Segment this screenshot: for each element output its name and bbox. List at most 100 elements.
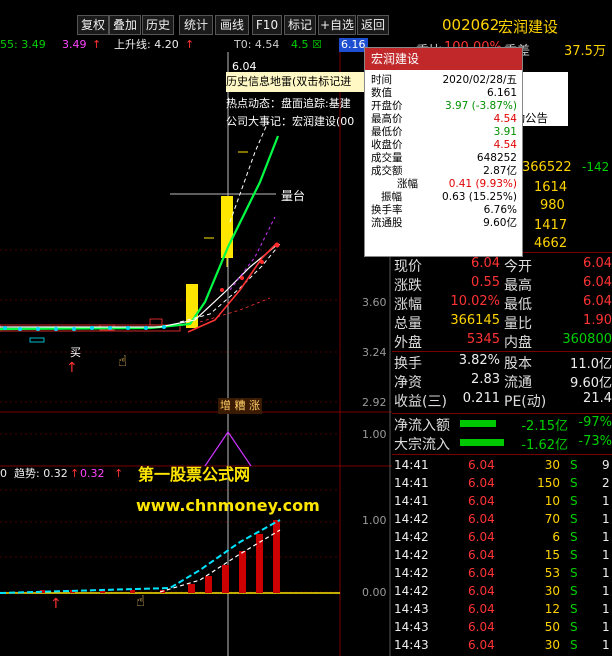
ma55-value: 55: 3.49 [0,38,46,51]
quote-value: 0.211 [462,391,500,406]
flow-bar [460,439,504,446]
money-flow: 净流入额 -2.15亿 -97% 大宗流入 -1.62亿 -73% [392,415,612,455]
flow-bar [460,420,496,427]
quote-row: 外盘 5345 内盘 360800 [392,332,612,351]
quote-value: 3.82% [458,353,500,368]
popup-row: 最低价 3.91 [371,126,517,138]
quote-value: 21.4 [583,391,612,406]
popup-row: 流通股 9.60亿 [371,217,517,229]
stock-name: 宏润建设 [498,18,559,36]
up-arrow-icon: ↑ [114,467,124,480]
price-label: 1.00 [362,428,387,441]
price-label: 3.24 [362,346,387,359]
history-info-headline[interactable]: 历史信息地雷(双击标记进 [226,72,366,92]
panel-divider [392,351,612,352]
panel-divider [392,413,612,414]
quote-label: 今开 [504,259,532,275]
up-arrow-icon: ↑ [92,38,102,51]
quote-value: 360800 [562,332,612,347]
quote-label: 内盘 [504,335,532,351]
draw-button[interactable]: 画线 [215,15,249,35]
buy-arrow-icon: ↑ [50,596,62,612]
quote-label: 换手 [394,356,422,372]
order-delta: -142 [582,160,610,174]
quote-row: 净资 2.83 流通 9.60亿 [392,372,612,391]
quote-value: 1.90 [583,313,612,328]
tick-row: 14:41 6.04 10 S 1 [394,494,610,508]
trend-value: 趋势: 0.32 [14,467,68,480]
stats-button[interactable]: 统计 [179,15,213,35]
bar-info-popup[interactable]: 宏润建设 时间 2020/02/28/五 数值 6.161 开盘价 3.97 (-3.… [364,47,523,257]
quote-value: 5345 [466,332,500,347]
overlay-button[interactable]: 叠加 [109,15,141,35]
popup-row: 涨幅 0.41 (9.93%) [397,178,517,190]
tick-row: 14:42 6.04 53 S 1 [394,566,610,580]
popup-row: 数值 6.161 [371,87,517,99]
fundamentals-grid: 换手 3.82% 股本 11.0亿 净资 2.83 流通 9.60亿 收益(三)… [392,353,612,413]
ma-value-2: 3.49 [62,38,87,51]
flow-label: 净流入额 [394,418,450,434]
indicator-header: 55: 3.49 3.49 ↑ 上升线: 4.20 ↑ T0: 4.54 4.5… [0,37,392,53]
f10-button[interactable]: F10 [252,15,282,35]
quote-value: 6.04 [471,256,500,271]
quote-row: 涨幅 10.02% 最低 6.04 [392,294,612,313]
tick-row: 14:42 6.04 70 S 1 [394,512,610,526]
tick-row: 14:42 6.04 15 S 1 [394,548,610,562]
history-button[interactable]: 历史 [142,15,174,35]
weicha-value: 37.5万 [564,44,606,59]
quote-label: 外盘 [394,335,422,351]
mark-button[interactable]: 标记 [284,15,316,35]
quote-label: 涨跌 [394,278,422,294]
flow-row: 净流入额 -2.15亿 -97% [392,415,612,434]
rise-line-value: 上升线: 4.20 [114,38,179,51]
quote-label: 股本 [504,356,532,372]
quote-label: 量比 [504,316,532,332]
hot-news-line[interactable]: 热点动态：盘面追踪:基建 [226,96,366,112]
price-label: 3.60 [362,296,387,309]
order-value: 4662 [534,236,568,251]
lower-band [199,297,271,323]
t0-value: T0: 4.54 [234,38,280,51]
popup-row: 换手率 6.76% [371,204,517,216]
add-watchlist-button[interactable]: +自选 [318,15,356,35]
tick-row: 14:42 6.04 6 S 1 [394,530,610,544]
trend-value-2: 0.32 [80,467,105,480]
fuquan-button[interactable]: 复权 [77,15,109,35]
up-arrow-icon: ↑ [185,38,195,51]
quote-label: 最低 [504,297,532,313]
kline-chart[interactable] [0,52,392,656]
watermark-title: 第一股票公式网 [138,465,251,484]
quote-value: 9.60亿 [570,376,612,391]
popup-row: 时间 2020/02/28/五 [371,74,517,86]
tick-list: 14:41 6.04 30 S 9 14:41 6.04 150 S 2 14:41 6.04 10… [392,456,612,656]
event-line[interactable]: 公司大事记：宏润建设(00 [226,114,366,130]
ma-line-white [0,243,279,328]
quote-row: 现价 6.04 今开 6.04 [392,256,612,275]
buy-label: 买 [70,346,81,359]
quote-label: 涨幅 [394,297,422,313]
platform-label: 量台 [281,189,306,203]
watermark-url: www.chnmoney.com [136,496,320,515]
flow-row: 大宗流入 -1.62亿 -73% [392,434,612,453]
quote-row: 涨跌 0.55 最高 6.04 [392,275,612,294]
quote-label: 最高 [504,278,532,294]
popup-title[interactable]: 宏润建设 [365,48,522,70]
order-value: 980 [540,198,565,213]
quote-label: 净资 [394,375,422,391]
tick-row: 14:43 6.04 30 S 1 [394,638,610,652]
quote-value: 11.0亿 [570,357,612,372]
hand-cursor-icon: ☝ [118,352,128,370]
quote-row: 收益(三) 0.211 PE(动) 21.4 [392,391,612,410]
quote-label: 收益(三) [394,394,447,410]
quote-value: 6.04 [583,275,612,290]
order-value: 1614 [534,180,568,195]
quote-value: 2.83 [471,372,500,387]
notice-box[interactable]: 披动公告 [502,72,568,126]
quote-value: 366145 [450,313,500,328]
quote-label: 总量 [394,316,422,332]
checkbox-icon[interactable]: ☒ [312,37,322,53]
hand-cursor-icon: ☝ [136,592,146,610]
quote-row: 换手 3.82% 股本 11.0亿 [392,353,612,372]
back-button[interactable]: 返回 [357,15,389,35]
buy-arrow-icon: ↑ [66,360,78,376]
